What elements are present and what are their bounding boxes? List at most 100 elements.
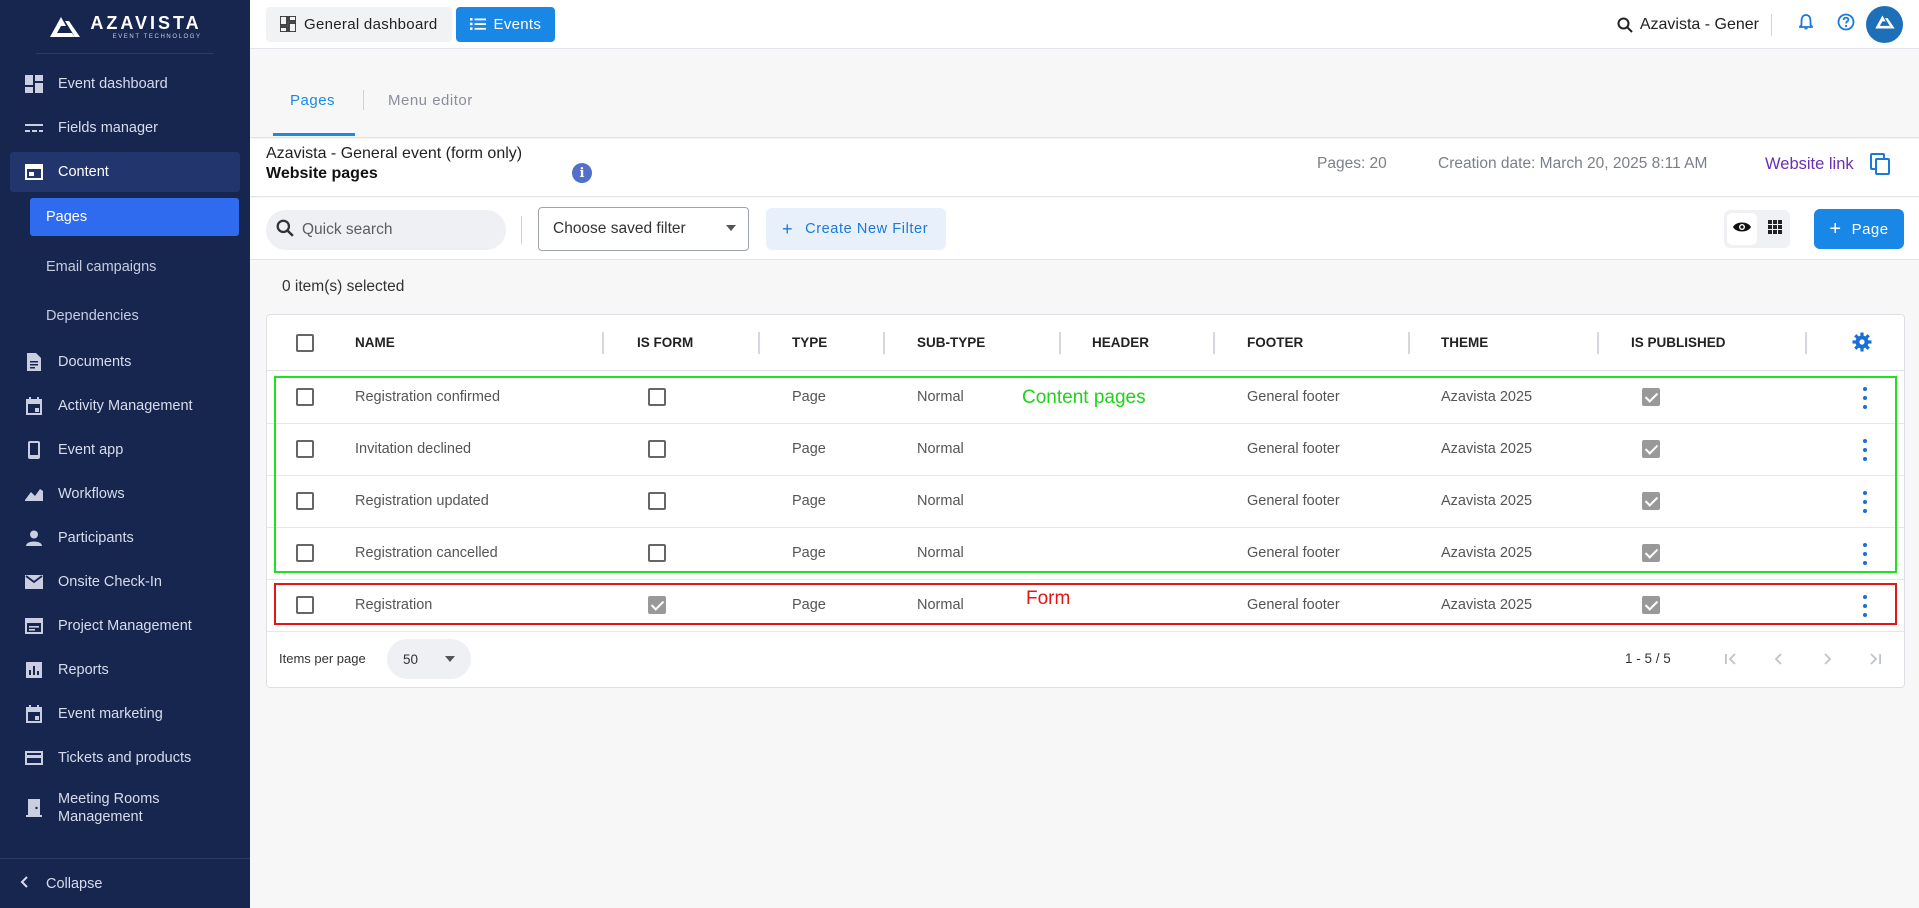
row-checkbox[interactable] [296,388,314,406]
sidebar-item-fields-manager[interactable]: Fields manager [0,106,250,150]
column-header-header[interactable]: HEADER [1092,335,1149,350]
events-label: Events [493,15,542,33]
sidebar-item-workflows[interactable]: Workflows [0,472,250,516]
row-menu-icon[interactable] [1861,387,1869,409]
quick-search-input[interactable] [302,221,492,239]
table-row[interactable]: Registration cancelled Page Normal Gener… [267,528,1904,580]
row-checkbox[interactable] [296,440,314,458]
create-filter-button[interactable]: + Create New Filter [766,208,946,250]
column-resize-handle[interactable] [1059,332,1061,354]
help-button[interactable] [1826,5,1866,45]
sidebar-item-event-dashboard[interactable]: Event dashboard [0,62,250,106]
sidebar-item-content[interactable]: Content [10,152,240,192]
cell-theme: Azavista 2025 [1441,545,1533,561]
row-menu-icon[interactable] [1861,595,1869,617]
sidebar-item-meeting-rooms[interactable]: Meeting Rooms Management [0,780,250,836]
notifications-button[interactable] [1786,5,1826,45]
row-menu-icon[interactable] [1861,491,1869,513]
topbar: General dashboard Events Azavista - Gene… [250,0,1919,49]
grid-view-button[interactable] [1760,213,1790,245]
next-page-icon[interactable] [1815,647,1839,671]
sidebar-item-event-marketing[interactable]: Event marketing [0,692,250,736]
plus-icon: + [782,218,794,239]
row-checkbox[interactable] [296,492,314,510]
website-link[interactable]: Website link [1765,155,1854,174]
cell-name: Registration [355,597,433,613]
column-header-theme[interactable]: THEME [1441,335,1488,350]
sidebar-item-dependencies[interactable]: Dependencies [0,291,250,340]
sidebar-item-label: Project Management [58,618,192,634]
cell-theme: Azavista 2025 [1441,441,1533,457]
items-per-page-select[interactable]: 50 [387,639,471,679]
events-button[interactable]: Events [455,6,556,42]
collapse-button[interactable]: Collapse [0,858,250,908]
sidebar-item-participants[interactable]: Participants [0,516,250,560]
column-resize-handle[interactable] [758,332,760,354]
sidebar-item-onsite-check-in[interactable]: Onsite Check-In [0,560,250,604]
column-resize-handle[interactable] [1597,332,1599,354]
logo[interactable]: AZAVISTA EVENT TECHNOLOGY [36,0,214,54]
sidebar-item-label: Workflows [58,486,125,502]
sidebar-item-activity-management[interactable]: Activity Management [0,384,250,428]
sidebar-item-project-management[interactable]: Project Management [0,604,250,648]
saved-filter-select[interactable]: Choose saved filter [538,207,749,251]
previous-page-icon[interactable] [1767,647,1791,671]
sidebar-item-reports[interactable]: Reports [0,648,250,692]
project-icon [24,616,44,636]
tab-pages[interactable]: Pages [290,92,335,109]
sidebar-item-event-app[interactable]: Event app [0,428,250,472]
column-header-name[interactable]: NAME [355,335,395,350]
content-pages-annotation: Content pages [1022,387,1146,408]
plus-icon: + [1829,217,1842,240]
cell-footer: General footer [1247,441,1340,457]
mail-icon [24,572,44,592]
row-menu-icon[interactable] [1861,543,1869,565]
toolbar-divider [521,216,522,244]
caret-down-icon [445,656,455,662]
column-header-footer[interactable]: FOOTER [1247,335,1303,350]
column-resize-handle[interactable] [1408,332,1410,354]
general-dashboard-button[interactable]: General dashboard [266,6,452,42]
column-header-is-form[interactable]: IS FORM [637,335,693,350]
last-page-icon[interactable] [1863,647,1887,671]
column-resize-handle[interactable] [602,332,604,354]
add-page-button[interactable]: + Page [1814,209,1904,249]
column-header-type[interactable]: TYPE [792,335,827,350]
person-icon [24,528,44,548]
table-row[interactable]: Registration updated Page Normal General… [267,476,1904,528]
gear-icon[interactable] [1852,332,1872,357]
row-menu-icon[interactable] [1861,439,1869,461]
row-checkbox[interactable] [296,544,314,562]
sidebar-item-tickets-and-products[interactable]: Tickets and products [0,736,250,780]
copy-icon[interactable] [1870,153,1890,180]
info-icon[interactable]: i [572,163,592,183]
cell-footer: General footer [1247,389,1340,405]
column-resize-handle[interactable] [1213,332,1215,354]
first-page-icon[interactable] [1719,647,1743,671]
column-header-sub-type[interactable]: SUB-TYPE [917,335,985,350]
sidebar-nav: Event dashboard Fields manager Content P… [0,54,250,836]
row-checkbox[interactable] [296,596,314,614]
event-search[interactable]: Azavista - Gener [1617,13,1772,36]
column-resize-handle[interactable] [1805,332,1807,354]
cell-type: Page [792,389,826,405]
page-title: Website pages [266,165,378,182]
sidebar-item-label: Event dashboard [58,76,168,92]
sidebar-item-pages[interactable]: Pages [30,198,239,236]
cell-type: Page [792,493,826,509]
tab-menu-editor[interactable]: Menu editor [388,92,473,109]
select-all-checkbox[interactable] [296,334,314,352]
dashboard-icon [24,74,44,94]
cell-type: Page [792,597,826,613]
sidebar-item-documents[interactable]: Documents [0,340,250,384]
column-resize-handle[interactable] [883,332,885,354]
table-row[interactable]: Invitation declined Page Normal General … [267,424,1904,476]
preview-view-button[interactable] [1727,213,1757,245]
user-avatar[interactable] [1866,6,1903,43]
column-header-is-published[interactable]: IS PUBLISHED [1631,335,1726,350]
quick-search[interactable] [266,210,506,250]
table-footer: Items per page 50 1 - 5 / 5 [267,631,1904,687]
table-row[interactable]: Registration Page Normal General footer … [267,580,1904,632]
list-icon [469,17,486,31]
sidebar-item-email-campaigns[interactable]: Email campaigns [0,242,250,291]
